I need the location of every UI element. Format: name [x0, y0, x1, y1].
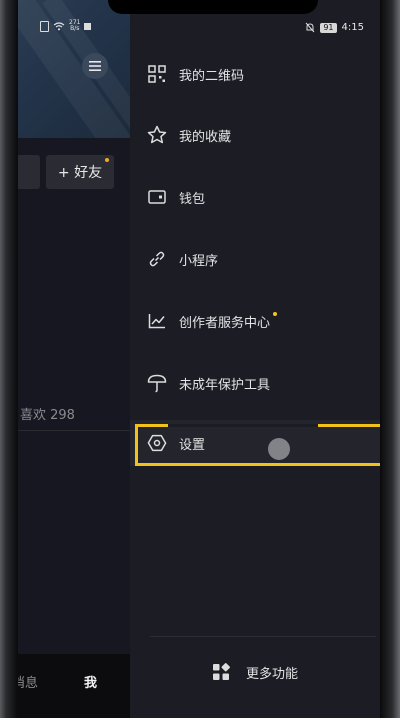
touch-indicator [268, 438, 290, 460]
menu-item-label: 未成年保护工具 [179, 377, 271, 393]
hamburger-icon [89, 61, 101, 71]
menu-item-label: 钱包 [179, 191, 206, 207]
status-bar-right: 91 4:15 [305, 22, 364, 33]
more-functions-label: 更多功能 [245, 666, 298, 682]
menu-item-minor-protection[interactable]: 未成年保护工具 [130, 359, 380, 407]
bottom-navigation: 消息 我 [18, 654, 130, 718]
new-indicator-dot [273, 311, 278, 316]
link-icon [146, 248, 168, 270]
camera-notch [108, 0, 318, 14]
add-friend-label: + 好友 [57, 165, 103, 181]
menu-item-qrcode[interactable]: 我的二维码 [130, 50, 380, 98]
tab-divider [18, 430, 130, 431]
menu-item-favorites[interactable]: 我的收藏 [130, 111, 380, 159]
notification-icon [84, 22, 92, 30]
more-functions-button[interactable]: 更多功能 [130, 650, 380, 694]
nav-me[interactable]: 我 [84, 672, 97, 691]
menu-item-label: 小程序 [179, 253, 219, 269]
qrcode-icon [146, 63, 168, 85]
profile-page-background: 271 B/s + 好友 喜欢 298 消息 我 [18, 0, 130, 718]
chart-line-icon [146, 310, 168, 332]
sim-icon [40, 20, 49, 32]
menu-item-creator-center[interactable]: 创作者服务中心 [130, 297, 380, 345]
new-indicator-dot [105, 158, 109, 162]
menu-item-wallet[interactable]: 钱包 [130, 173, 380, 221]
clock: 4:15 [341, 22, 364, 33]
edit-profile-button[interactable] [18, 155, 40, 189]
status-bar-left: 271 B/s [40, 20, 92, 32]
drawer-divider [150, 636, 376, 637]
hamburger-menu-button[interactable] [82, 53, 108, 79]
star-icon [146, 124, 168, 146]
menu-item-label: 创作者服务中心 [179, 311, 278, 331]
screen: 271 B/s + 好友 喜欢 298 消息 我 91 4:15 我的二维码 我… [18, 0, 380, 718]
umbrella-icon [146, 372, 168, 394]
wallet-icon [146, 186, 168, 208]
mute-bell-icon [305, 22, 315, 33]
creator-center-label: 创作者服务中心 [179, 315, 271, 331]
add-friend-button[interactable]: + 好友 [46, 155, 114, 189]
grid-plus-icon [212, 663, 230, 681]
nav-messages[interactable]: 消息 [18, 672, 38, 691]
side-drawer: 91 4:15 我的二维码 我的收藏 钱包 小程序 创作者服务中心 未成年保护工… [130, 0, 380, 718]
tutorial-highlight-box [135, 424, 380, 466]
menu-item-label: 我的二维码 [179, 68, 245, 84]
network-speed: 271 B/s [69, 20, 80, 32]
wifi-icon [53, 21, 65, 30]
battery-indicator: 91 [320, 22, 337, 33]
menu-item-label: 我的收藏 [179, 129, 232, 145]
menu-item-mini-programs[interactable]: 小程序 [130, 235, 380, 283]
network-speed-unit: B/s [70, 25, 80, 32]
likes-tab[interactable]: 喜欢 298 [20, 404, 75, 423]
